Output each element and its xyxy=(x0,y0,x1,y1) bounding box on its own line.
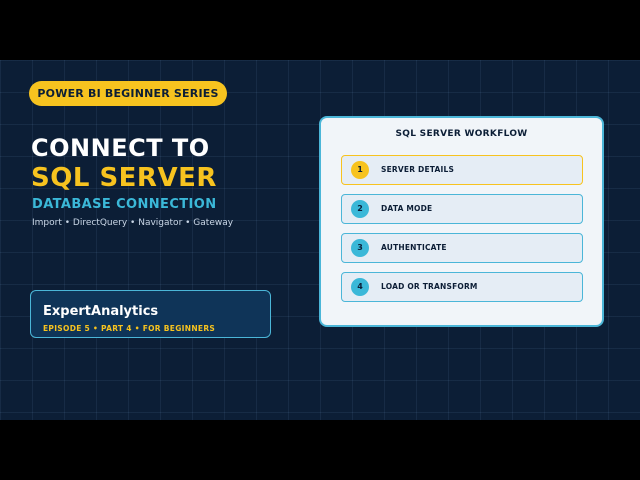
title-line-2: SQL SERVER xyxy=(31,163,217,193)
step-label: SERVER DETAILS xyxy=(381,165,455,174)
workflow-step-3: 3 AUTHENTICATE xyxy=(341,233,583,263)
step-number-badge: 3 xyxy=(351,239,369,257)
letterbox-bottom xyxy=(0,420,640,480)
topic-tags: Import • DirectQuery • Navigator • Gatew… xyxy=(32,218,234,228)
workflow-title: SQL SERVER WORKFLOW xyxy=(395,129,528,139)
workflow-panel: SQL SERVER WORKFLOW 1 SERVER DETAILS 2 D… xyxy=(319,116,604,327)
step-number-badge: 2 xyxy=(351,200,369,218)
step-label: DATA MODE xyxy=(381,204,433,213)
episode-info: EPISODE 5 • PART 4 • FOR BEGINNERS xyxy=(43,324,216,333)
video-frame: POWER BI BEGINNER SERIES CONNECT TO SQL … xyxy=(0,60,640,420)
brand-name: ExpertAnalytics xyxy=(43,304,159,319)
step-number-badge: 1 xyxy=(351,161,369,179)
series-badge: POWER BI BEGINNER SERIES xyxy=(29,81,227,106)
workflow-step-1: 1 SERVER DETAILS xyxy=(341,155,583,185)
subtitle: DATABASE CONNECTION xyxy=(32,197,217,212)
step-number-badge: 4 xyxy=(351,278,369,296)
workflow-step-2: 2 DATA MODE xyxy=(341,194,583,224)
workflow-step-4: 4 LOAD OR TRANSFORM xyxy=(341,272,583,302)
title-line-1: CONNECT TO xyxy=(31,134,210,162)
brand-card: ExpertAnalytics EPISODE 5 • PART 4 • FOR… xyxy=(30,290,271,338)
step-label: AUTHENTICATE xyxy=(381,243,447,252)
step-label: LOAD OR TRANSFORM xyxy=(381,282,478,291)
letterbox-top xyxy=(0,0,640,60)
